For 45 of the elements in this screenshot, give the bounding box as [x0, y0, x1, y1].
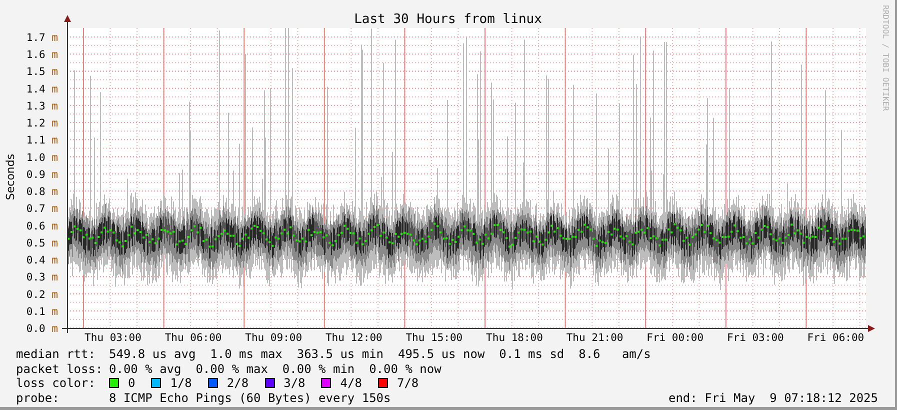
y-tick-label: 0.8 m: [26, 186, 58, 198]
x-tick-label: Thu 12:00: [325, 332, 382, 344]
x-tick-label: Fri 03:00: [726, 332, 784, 344]
legend-text: 549.8 us avg 1.0 ms max 363.5 us min 495.5 us now 0.1 ms sd 8.6 am/s: [109, 347, 651, 362]
swatch-label: 3/8: [284, 376, 306, 391]
y-tick-label: 0.3 m: [26, 272, 58, 284]
swatch-label: 2/8: [226, 376, 249, 391]
y-tick-label: 1.0 m: [26, 152, 58, 164]
end-time: end: Fri May 9 07:18:12 2025: [668, 390, 878, 406]
legend-label: packet loss:: [16, 362, 104, 376]
x-tick-label: Thu 03:00: [84, 332, 142, 344]
x-tick-label: Thu 15:00: [406, 332, 463, 344]
y-tick-label: 1.4 m: [26, 83, 58, 96]
y-tick-label: 1.3 m: [26, 100, 58, 112]
y-axis-title: Seconds: [4, 154, 17, 200]
y-tick-label: 1.5 m: [26, 66, 58, 78]
y-tick-label: 1.7 m: [26, 32, 58, 44]
x-tick-label: Fri 06:00: [807, 332, 864, 344]
y-tick-label: 1.6 m: [26, 49, 58, 62]
legend-label: probe:: [16, 390, 60, 406]
chart-title: Last 30 Hours from linux: [354, 12, 542, 27]
legend-text: 0.00 % avg 0.00 % max 0.00 % min 0.00 % now: [109, 362, 442, 376]
y-tick-label: 0.1 m: [26, 306, 58, 318]
x-tick-label: Fri 00:00: [646, 332, 704, 344]
x-tick-label: Thu 18:00: [486, 332, 543, 344]
y-tick-label: 0.5 m: [26, 237, 58, 250]
swatch-label: 4/8: [340, 376, 362, 391]
y-tick-label: 1.2 m: [26, 118, 58, 130]
x-tick-label: Thu 21:00: [566, 332, 624, 344]
y-tick-label: 0.2 m: [26, 288, 58, 301]
swatch-label: 0: [128, 376, 136, 391]
legend-label: median rtt:: [16, 347, 96, 362]
credit-text: RRDTOOL / TOBI OETIKER: [881, 5, 890, 111]
y-tick-label: 0.6 m: [26, 220, 58, 232]
x-tick-label: Thu 06:00: [164, 332, 222, 344]
y-tick-label: 0.0 m: [26, 323, 58, 335]
y-tick-label: 0.4 m: [26, 254, 58, 267]
swatch-label: 1/8: [170, 376, 192, 391]
y-tick-label: 1.1 m: [26, 134, 58, 147]
y-tick-label: 0.9 m: [26, 168, 58, 181]
x-tick-label: Thu 09:00: [245, 332, 302, 344]
legend-text: 8 ICMP Echo Pings (60 Bytes) every 150s: [109, 390, 391, 406]
swatch-label: 7/8: [396, 376, 419, 391]
legend-label: loss color:: [16, 376, 96, 391]
y-tick-label: 0.7 m: [26, 203, 58, 216]
